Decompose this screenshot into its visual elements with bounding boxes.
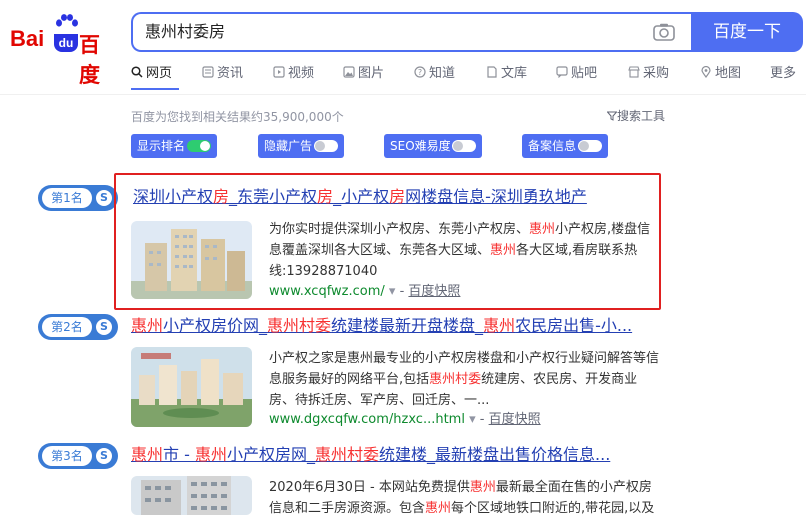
- search-tools[interactable]: 搜索工具: [606, 107, 666, 124]
- search-result-1: 深圳小产权房_东莞小产权房_小产权房网楼盘信息-深圳勇玖地产 为你实时提供深圳小…: [131, 186, 671, 306]
- search-result-2: 惠州小产权房价网_惠州村委统建楼最新开盘楼盘_惠州农民房出售-小... 小产权之…: [131, 315, 671, 435]
- news-icon: [202, 66, 214, 78]
- rank-badge-2: 第2名 S: [38, 314, 118, 340]
- result-url[interactable]: www.xcqfwz.com/: [269, 284, 385, 299]
- chevron-down-icon[interactable]: ▾: [469, 412, 476, 427]
- tab-more-label: 更多: [770, 66, 797, 81]
- logo-cn-text: 百度: [79, 33, 100, 87]
- logo-bai-text: Bai: [10, 26, 45, 51]
- search-button[interactable]: 百度一下: [691, 12, 803, 52]
- map-icon: [701, 66, 711, 78]
- result-count: 百度为您找到相关结果约35,900,000个: [131, 110, 344, 124]
- tab-news[interactable]: 资讯: [202, 64, 243, 84]
- result-title[interactable]: 惠州小产权房价网_惠州村委统建楼最新开盘楼盘_惠州农民房出售-小...: [131, 315, 671, 337]
- search-box[interactable]: 惠州村委房: [131, 12, 691, 52]
- tab-more[interactable]: 更多: [770, 64, 796, 84]
- filter-icon: [606, 111, 618, 121]
- result-title[interactable]: 深圳小产权房_东莞小产权房_小产权房网楼盘信息-深圳勇玖地产: [133, 186, 671, 208]
- switch-off[interactable]: [578, 140, 602, 152]
- result-thumbnail[interactable]: [131, 347, 252, 427]
- snapshot-link[interactable]: 百度快照: [408, 284, 460, 299]
- tab-images-label: 图片: [358, 66, 385, 81]
- rank-label: 第1名: [42, 188, 92, 208]
- rank-badge-3: 第3名 S: [38, 443, 118, 469]
- toggle-show-rank[interactable]: 显示排名: [131, 134, 217, 158]
- forum-icon: [556, 66, 568, 78]
- toggle-seo-difficulty[interactable]: SEO难易度: [384, 134, 482, 158]
- seo-icon: S: [96, 319, 112, 335]
- tab-news-label: 资讯: [217, 66, 244, 81]
- result-url[interactable]: www.dgxcqfw.com/hzxc...html: [269, 412, 465, 427]
- camera-icon[interactable]: [653, 23, 675, 41]
- result-description: 为你实时提供深圳小产权房、东莞小产权房、惠州小产权房,楼盘信息覆盖深圳各大区域、…: [269, 222, 651, 279]
- switch-on[interactable]: [187, 140, 211, 152]
- search-input[interactable]: 惠州村委房: [145, 14, 625, 50]
- toggle-seo-label: SEO难易度: [390, 139, 451, 153]
- tab-map[interactable]: 地图: [700, 64, 741, 84]
- shop-icon: [628, 66, 640, 78]
- tab-zhidao[interactable]: ? 知道: [414, 64, 455, 84]
- logo-du-text: du: [54, 34, 78, 52]
- toggle-show-rank-label: 显示排名: [137, 139, 186, 153]
- rank-label: 第3名: [42, 446, 92, 466]
- tab-tieba-label: 贴吧: [571, 66, 598, 81]
- tab-images[interactable]: 图片: [343, 64, 384, 84]
- image-icon: [343, 66, 355, 78]
- tab-video-label: 视频: [288, 66, 315, 81]
- rank-label: 第2名: [42, 317, 92, 337]
- switch-off[interactable]: [452, 140, 476, 152]
- tab-map-label: 地图: [715, 66, 742, 81]
- search-result-3: 惠州市 - 惠州小产权房网_惠州村委统建楼_最新楼盘出售价格信息... 2020…: [131, 444, 671, 515]
- question-icon: ?: [414, 66, 426, 78]
- paw-icon: [56, 14, 78, 27]
- video-icon: [273, 66, 285, 78]
- result-description: 2020年6月30日 - 本网站免费提供惠州最新最全面在售的小产权房信息和二手房…: [269, 480, 655, 515]
- seo-icon: S: [96, 190, 112, 206]
- snapshot-link[interactable]: 百度快照: [489, 412, 541, 427]
- baidu-logo[interactable]: Bai du 百度: [10, 14, 120, 87]
- search-tools-label: 搜索工具: [617, 109, 666, 123]
- tab-purchase-label: 采购: [643, 66, 670, 81]
- toggle-hide-ads[interactable]: 隐藏广告: [258, 134, 344, 158]
- toggle-icp-label: 备案信息: [528, 139, 577, 153]
- result-thumbnail[interactable]: [131, 221, 252, 299]
- seo-icon: S: [96, 448, 112, 464]
- tab-purchase[interactable]: 采购: [628, 64, 669, 84]
- rank-badge-1: 第1名 S: [38, 185, 118, 211]
- tab-web[interactable]: 网页: [131, 64, 172, 84]
- switch-off[interactable]: [314, 140, 338, 152]
- toggle-hide-ads-label: 隐藏广告: [264, 139, 313, 153]
- search-icon: [131, 66, 143, 78]
- tab-video[interactable]: 视频: [273, 64, 314, 84]
- toggle-icp-info[interactable]: 备案信息: [522, 134, 608, 158]
- divider: [0, 94, 806, 95]
- result-url-line: www.dgxcqfw.com/hzxc...html ▾ - 百度快照: [269, 412, 541, 427]
- result-thumbnail[interactable]: [131, 476, 252, 515]
- svg-text:?: ?: [418, 68, 422, 77]
- tab-wenku[interactable]: 文库: [486, 64, 527, 84]
- tab-web-label: 网页: [146, 66, 173, 81]
- active-tab-indicator: [131, 88, 179, 90]
- result-url-line: www.xcqfwz.com/ ▾ - 百度快照: [269, 284, 461, 299]
- result-description: 小产权之家是惠州最专业的小产权房楼盘和小产权行业疑问解答等信息服务最好的网络平台…: [269, 351, 660, 408]
- tab-tieba[interactable]: 贴吧: [556, 64, 597, 84]
- tab-zhidao-label: 知道: [429, 66, 456, 81]
- tab-wenku-label: 文库: [501, 66, 528, 81]
- chevron-down-icon[interactable]: ▾: [389, 284, 396, 299]
- document-icon: [487, 66, 497, 78]
- result-title[interactable]: 惠州市 - 惠州小产权房网_惠州村委统建楼_最新楼盘出售价格信息...: [131, 444, 671, 466]
